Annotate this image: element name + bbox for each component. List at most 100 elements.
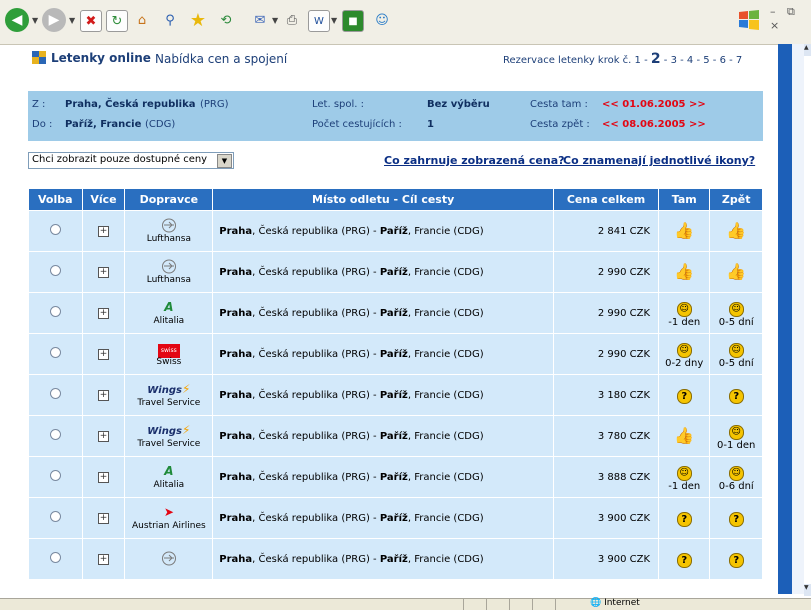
expand-plus-icon[interactable]: + [97, 390, 109, 401]
expand-plus-icon[interactable]: + [97, 513, 109, 524]
favorites-icon[interactable]: ★ [188, 10, 208, 31]
route-to: Paříž [379, 348, 408, 360]
select-radio[interactable] [49, 224, 61, 235]
back-dropdown-icon[interactable]: ▼ [32, 16, 38, 25]
expand-plus-icon[interactable]: + [97, 554, 109, 565]
select-radio[interactable] [49, 511, 61, 522]
return-cell: ? [709, 374, 763, 416]
refresh-icon[interactable]: ↻ [106, 10, 128, 32]
select-cell [28, 251, 83, 293]
outbound-thumb-up-icon: 👍 [674, 425, 695, 445]
mail-icon[interactable]: ✉ [250, 10, 270, 30]
select-radio[interactable] [49, 347, 61, 358]
return-question-icon: ? [710, 387, 762, 404]
carrier-cell: Wings⚡ Travel Service [124, 374, 214, 416]
route-cell: Praha, Česká republika (PRG) - Paříž, Fr… [212, 374, 555, 416]
brand-name[interactable]: Letenky online [51, 51, 151, 65]
alitalia-logo: A [164, 464, 174, 478]
edit-dropdown-icon[interactable]: ▼ [331, 16, 337, 25]
outbound-thumb-up-icon: 👍 [674, 261, 695, 281]
table-row[interactable]: + Wings⚡ Travel Service Praha, Česká republ… [28, 415, 763, 457]
security-zone: 🌐 Internet [590, 598, 640, 608]
window-controls[interactable]: – ⧉ × [770, 5, 811, 32]
table-row[interactable]: + Wings⚡ Travel Service Praha, Česká republ… [28, 374, 763, 416]
return-cell: ? [709, 497, 763, 539]
price-cell: 2 990 CZK [553, 292, 660, 334]
table-row[interactable]: + Praha, Česká republika (PRG) - Paříž, F… [28, 538, 763, 580]
table-row[interactable]: + A Alitalia Praha, Česká republika (PRG) -… [28, 292, 763, 334]
brand-logo-icon [32, 51, 46, 64]
select-radio[interactable] [49, 265, 61, 276]
home-icon[interactable]: ⌂ [132, 10, 152, 30]
outbound-cell: ? [658, 497, 711, 539]
expand-plus-icon[interactable]: + [97, 349, 109, 360]
route-to-rest: , Francie (CDG) [407, 307, 484, 319]
outbound-shift-text: -1 den [668, 316, 701, 328]
route-to: Paříž [379, 307, 408, 319]
return-cell: ? [709, 538, 763, 580]
outbound-cell: 👍 [658, 415, 711, 457]
smartwings-logo: Wings⚡ [147, 382, 191, 396]
scrollbar-thumb[interactable] [792, 44, 804, 594]
select-radio[interactable] [49, 429, 61, 440]
route-cell: Praha, Česká republika (PRG) - Paříž, Fr… [212, 251, 555, 293]
mail-dropdown-icon[interactable]: ▼ [272, 16, 278, 25]
scroll-down-button[interactable]: ▼ [804, 584, 811, 596]
route-to-rest: , Francie (CDG) [407, 512, 484, 524]
page-subtitle: Nabídka cen a spojení [155, 52, 288, 66]
price-cell: 3 780 CZK [553, 415, 660, 457]
select-cell [28, 210, 83, 252]
search-summary: Z : Praha, Česká republika (PRG) Do : Pa… [28, 91, 763, 141]
return-thumb-up-icon: 👍 [726, 220, 747, 240]
table-row[interactable]: + Lufthansa Praha, Česká republika (PRG) -… [28, 251, 763, 293]
chevron-down-icon[interactable]: ▼ [217, 154, 232, 168]
austrian-logo: ➤ [163, 505, 174, 519]
more-cell: + [81, 374, 126, 416]
outbound-cell: ? [658, 538, 711, 580]
airline-label: Let. spol. : [312, 99, 365, 110]
outbound-shift-text: -1 den [668, 480, 701, 492]
select-cell [28, 497, 83, 539]
contacts-icon[interactable]: ☺ [372, 10, 392, 30]
select-radio[interactable] [49, 306, 61, 317]
expand-plus-icon[interactable]: + [97, 267, 109, 278]
icons-info-link[interactable]: Co znamenají jednotlivé ikony? [563, 154, 755, 167]
stop-icon[interactable]: ✖ [80, 10, 102, 32]
scrollbar-track[interactable] [778, 44, 792, 594]
carrier-cell: Wings⚡ Travel Service [124, 415, 214, 457]
header-tam: Tam [658, 188, 711, 211]
edit-icon[interactable]: W [308, 10, 330, 32]
scroll-up-button[interactable]: ▲ [804, 44, 811, 56]
price-info-link[interactable]: Co zahrnuje zobrazená cena? [384, 154, 565, 167]
carrier-name: Alitalia [153, 316, 185, 326]
price-filter-select[interactable]: Chci zobrazit pouze dostupné ceny ▼ [28, 152, 234, 169]
table-row[interactable]: + ➤ Austrian Airlines Praha, Česká republik… [28, 497, 763, 539]
passengers-label: Počet cestujících : [312, 119, 402, 130]
outbound-date[interactable]: << 01.06.2005 >> [602, 99, 706, 110]
expand-plus-icon[interactable]: + [97, 226, 109, 237]
search-icon[interactable]: ⚲ [160, 10, 180, 30]
table-row[interactable]: + A Alitalia Praha, Česká republika (PRG) -… [28, 456, 763, 498]
messenger-icon[interactable]: ■ [342, 10, 364, 32]
status-bar: 🌐 Internet [0, 598, 811, 610]
return-shift-text: 0-5 dní [718, 316, 754, 328]
return-date[interactable]: << 08.06.2005 >> [602, 119, 706, 130]
expand-plus-icon[interactable]: + [97, 431, 109, 442]
table-row[interactable]: + swiss Swiss Praha, Česká republika (PRG) … [28, 333, 763, 375]
select-radio[interactable] [49, 388, 61, 399]
select-radio[interactable] [49, 552, 61, 563]
back-icon[interactable]: ◀ [5, 8, 29, 32]
route-from-rest: , Česká republika (PRG) - [252, 471, 380, 483]
route-from-rest: , Česká republika (PRG) - [252, 307, 380, 319]
forward-icon[interactable]: ▶ [42, 8, 66, 32]
print-icon[interactable]: ⎙ [282, 10, 302, 30]
more-cell: + [81, 251, 126, 293]
history-icon[interactable]: ⟲ [216, 10, 236, 30]
forward-dropdown-icon[interactable]: ▼ [69, 16, 75, 25]
to-label: Do : [32, 119, 53, 130]
from-code: (PRG) [200, 99, 229, 110]
expand-plus-icon[interactable]: + [97, 308, 109, 319]
expand-plus-icon[interactable]: + [97, 472, 109, 483]
select-radio[interactable] [49, 470, 61, 481]
table-row[interactable]: + Lufthansa Praha, Česká republika (PRG) -… [28, 210, 763, 252]
